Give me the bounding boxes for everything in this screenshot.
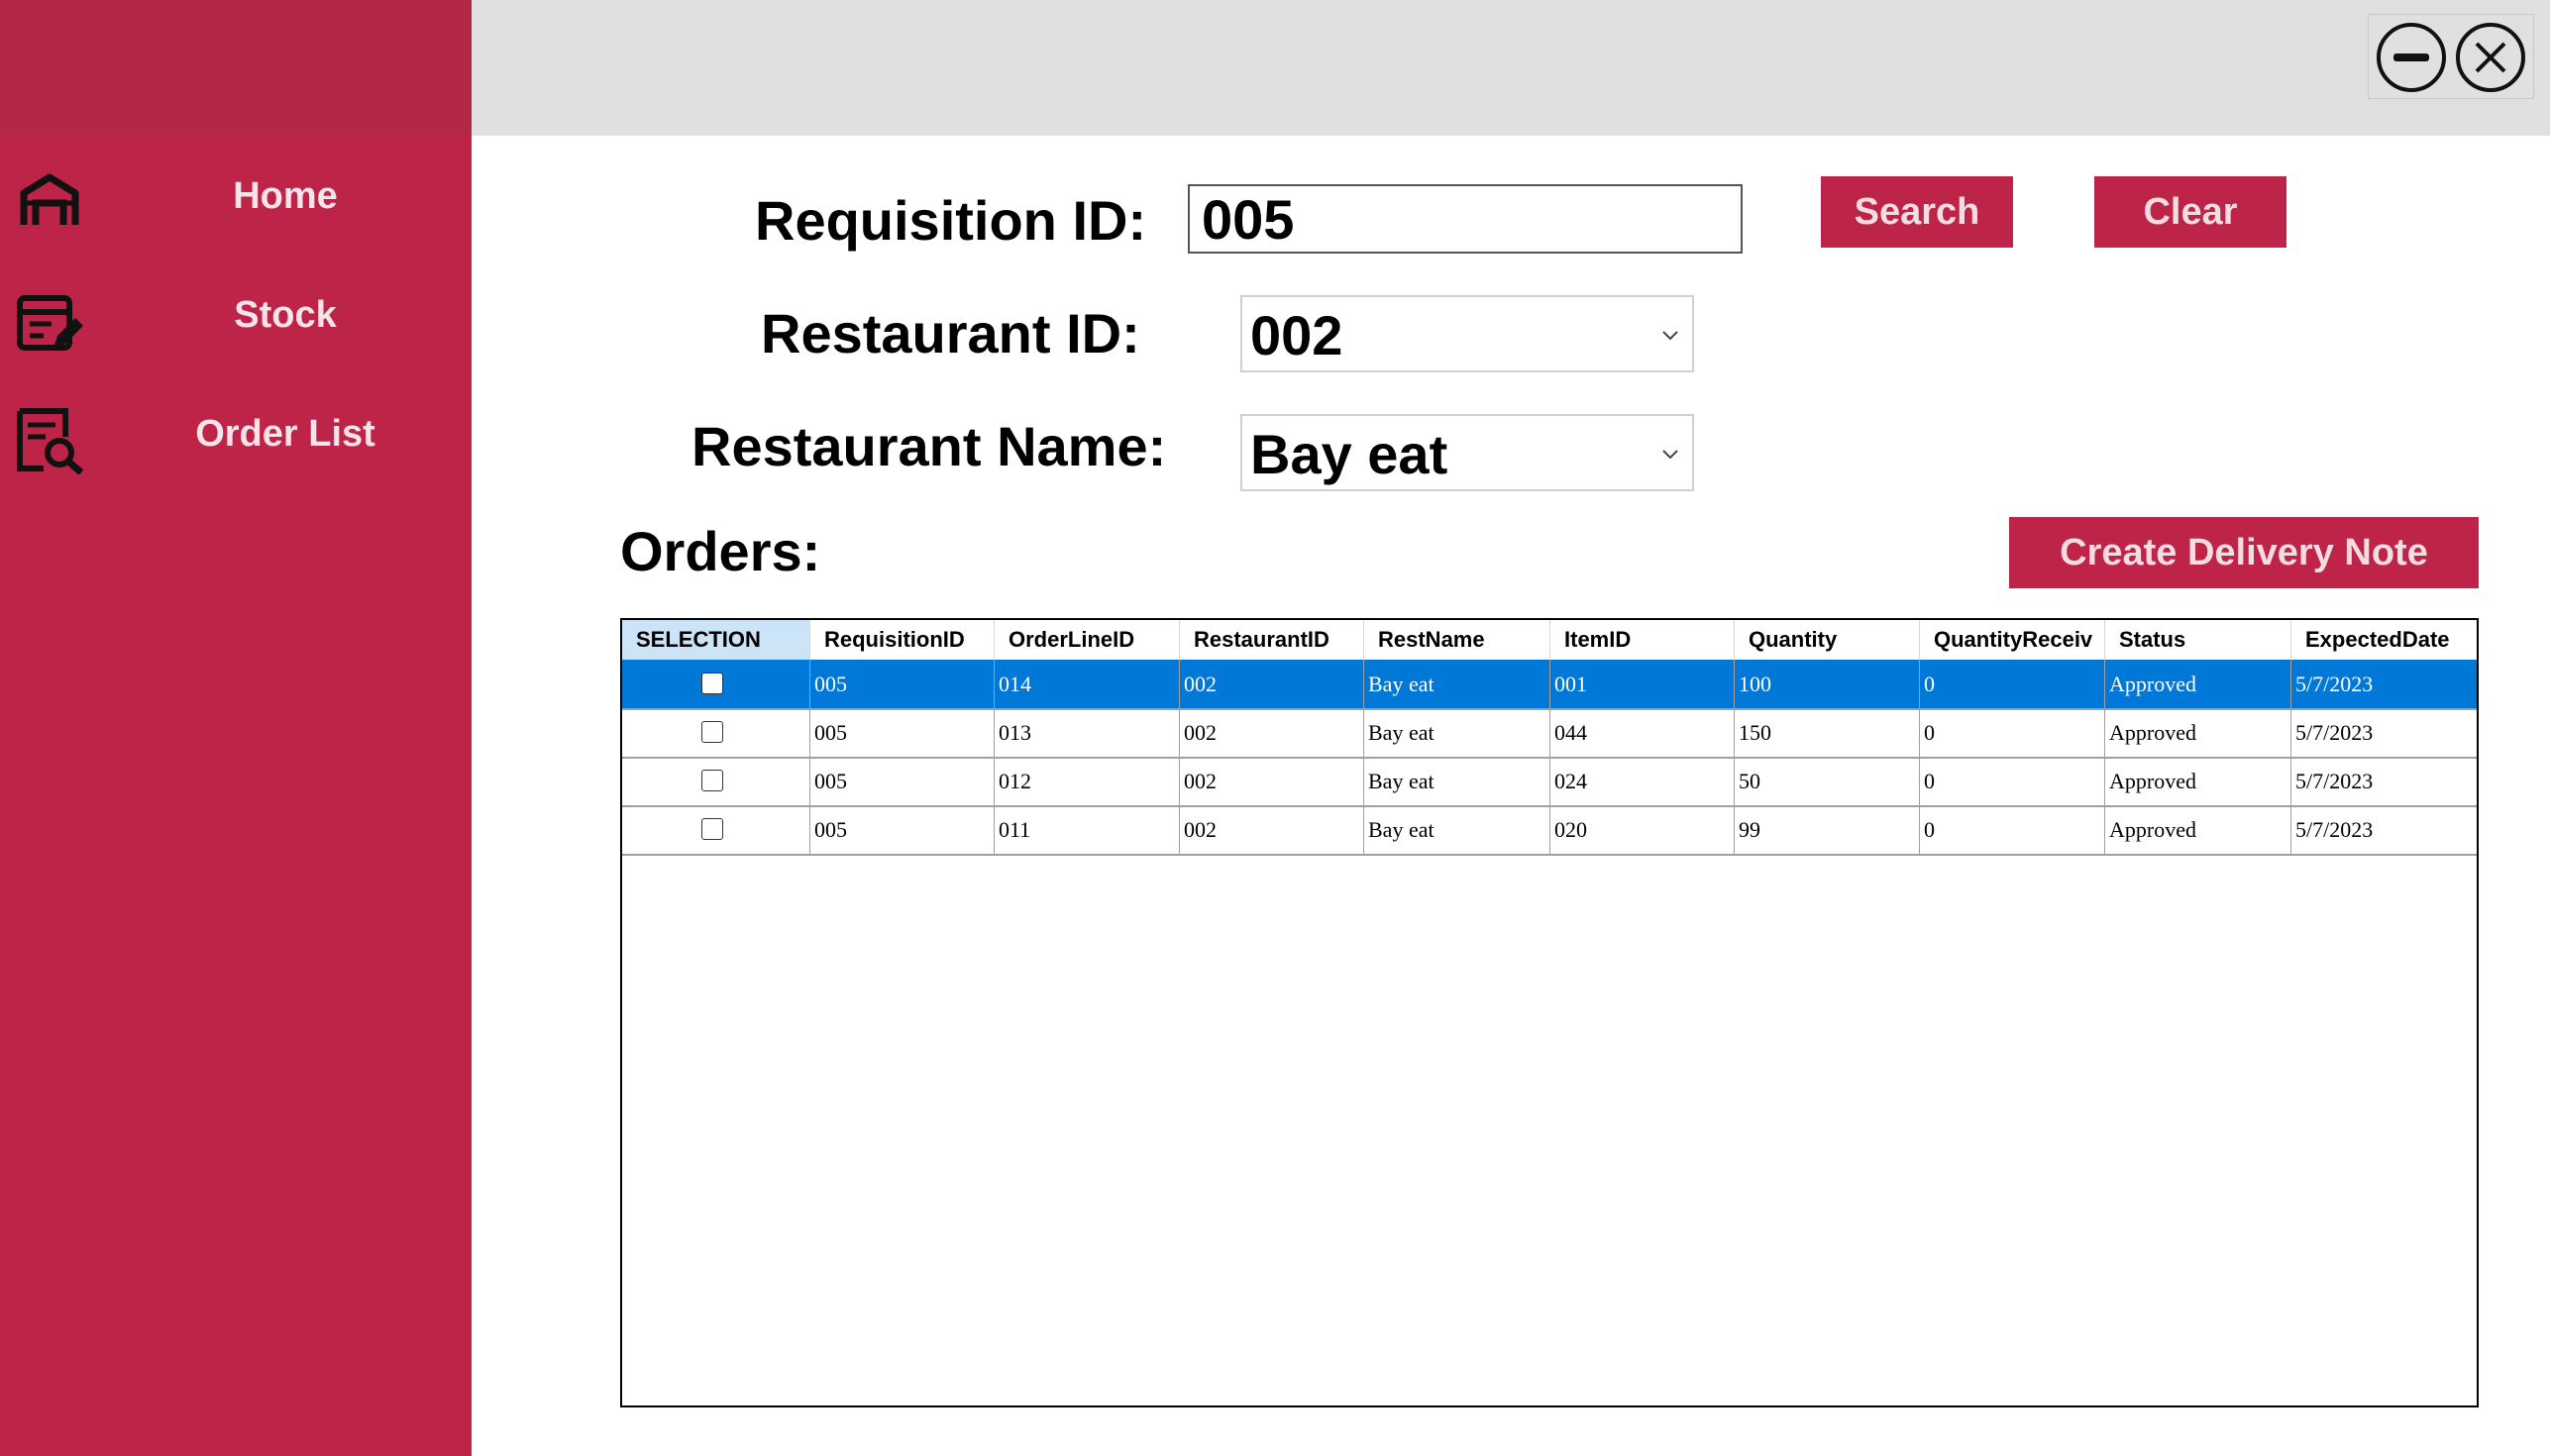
table-header: SELECTION RequisitionID OrderLineID Restaur… (622, 620, 2477, 661)
column-header[interactable]: RequisitionID (810, 620, 995, 660)
clear-button[interactable]: Clear (2094, 176, 2286, 248)
chevron-down-icon (1662, 450, 1678, 460)
row-checkbox[interactable] (701, 818, 723, 840)
minimize-icon[interactable] (2375, 21, 2448, 94)
table-cell: 99 (1735, 805, 1920, 854)
chevron-down-icon (1662, 331, 1678, 341)
table-cell: 002 (1180, 708, 1364, 757)
table-cell: 005 (810, 805, 995, 854)
table-row[interactable]: 005 011 002 Bay eat 020 99 0 Approved 5/7/2023 (622, 805, 2477, 856)
column-header[interactable]: OrderLineID (995, 620, 1180, 660)
column-header[interactable]: Status (2105, 620, 2291, 660)
table-cell: Approved (2105, 805, 2291, 854)
table-cell: 012 (995, 757, 1180, 805)
table-cell: Approved (2105, 660, 2291, 708)
column-header[interactable]: Quantity (1735, 620, 1920, 660)
restaurant-id-value: 002 (1250, 304, 1343, 366)
table-cell: 002 (1180, 805, 1364, 854)
orders-table[interactable]: SELECTION RequisitionID OrderLineID Restaur… (620, 618, 2479, 1407)
table-cell: 150 (1735, 708, 1920, 757)
table-cell: 011 (995, 805, 1180, 854)
sidebar-item-stock[interactable]: Stock (0, 270, 472, 360)
table-cell: Bay eat (1364, 708, 1550, 757)
stock-icon (17, 295, 83, 351)
sidebar-item-order-list[interactable]: Order List (0, 389, 472, 478)
restaurant-name-label: Restaurant Name: (691, 415, 1167, 477)
selection-cell (622, 708, 810, 757)
close-icon[interactable] (2454, 21, 2527, 94)
table-cell: 013 (995, 708, 1180, 757)
column-header[interactable]: ItemID (1550, 620, 1735, 660)
selection-cell (622, 805, 810, 854)
table-cell: 024 (1550, 757, 1735, 805)
table-cell: 014 (995, 660, 1180, 708)
row-checkbox[interactable] (701, 673, 723, 694)
table-cell: 005 (810, 660, 995, 708)
column-header[interactable]: SELECTION (622, 620, 810, 660)
table-row[interactable]: 005 012 002 Bay eat 024 50 0 Approved 5/7/2023 (622, 757, 2477, 807)
sidebar-item-label: Home (233, 175, 338, 217)
table-cell: 5/7/2023 (2291, 660, 2477, 708)
table-cell: 044 (1550, 708, 1735, 757)
row-checkbox[interactable] (701, 770, 723, 791)
table-cell: 0 (1920, 708, 2105, 757)
create-delivery-note-button[interactable]: Create Delivery Note (2009, 517, 2479, 588)
sidebar-item-label: Stock (234, 294, 337, 336)
order-list-icon (17, 408, 84, 474)
row-checkbox[interactable] (701, 721, 723, 743)
table-row[interactable]: 005 013 002 Bay eat 044 150 0 Approved 5/7/2023 (622, 708, 2477, 759)
requisition-id-label: Requisition ID: (755, 189, 1147, 252)
title-bar (472, 0, 2550, 136)
table-cell: 5/7/2023 (2291, 805, 2477, 854)
table-cell: 5/7/2023 (2291, 708, 2477, 757)
sidebar: Home Stock Order List (0, 0, 472, 1456)
table-cell: Approved (2105, 708, 2291, 757)
column-header[interactable]: RestaurantID (1180, 620, 1364, 660)
selection-cell (622, 757, 810, 805)
table-cell: 002 (1180, 660, 1364, 708)
restaurant-id-select[interactable]: 002 (1240, 295, 1694, 372)
window-controls (2368, 14, 2534, 99)
table-cell: Bay eat (1364, 805, 1550, 854)
table-cell: 002 (1180, 757, 1364, 805)
restaurant-name-value: Bay eat (1250, 423, 1448, 485)
table-cell: 0 (1920, 660, 2105, 708)
restaurant-name-select[interactable]: Bay eat (1240, 414, 1694, 491)
requisition-id-input[interactable] (1188, 184, 1743, 254)
table-cell: Bay eat (1364, 660, 1550, 708)
table-cell: 001 (1550, 660, 1735, 708)
sidebar-header (0, 0, 472, 136)
table-row[interactable]: 005 014 002 Bay eat 001 100 0 Approved 5/7/2023 (622, 660, 2477, 710)
column-header[interactable]: RestName (1364, 620, 1550, 660)
restaurant-id-label: Restaurant ID: (761, 302, 1140, 364)
sidebar-item-home[interactable]: Home (0, 152, 472, 241)
table-cell: 0 (1920, 757, 2105, 805)
table-cell: Approved (2105, 757, 2291, 805)
column-header[interactable]: ExpectedDate (2291, 620, 2477, 660)
table-cell: 0 (1920, 805, 2105, 854)
selection-cell (622, 660, 810, 708)
search-button[interactable]: Search (1821, 176, 2013, 248)
orders-title: Orders: (620, 520, 821, 582)
table-cell: 100 (1735, 660, 1920, 708)
column-header[interactable]: QuantityReceiv (1920, 620, 2105, 660)
table-cell: 5/7/2023 (2291, 757, 2477, 805)
table-cell: 020 (1550, 805, 1735, 854)
table-cell: 50 (1735, 757, 1920, 805)
sidebar-item-label: Order List (195, 413, 375, 455)
table-cell: 005 (810, 708, 995, 757)
home-icon (20, 173, 79, 225)
table-cell: Bay eat (1364, 757, 1550, 805)
table-cell: 005 (810, 757, 995, 805)
